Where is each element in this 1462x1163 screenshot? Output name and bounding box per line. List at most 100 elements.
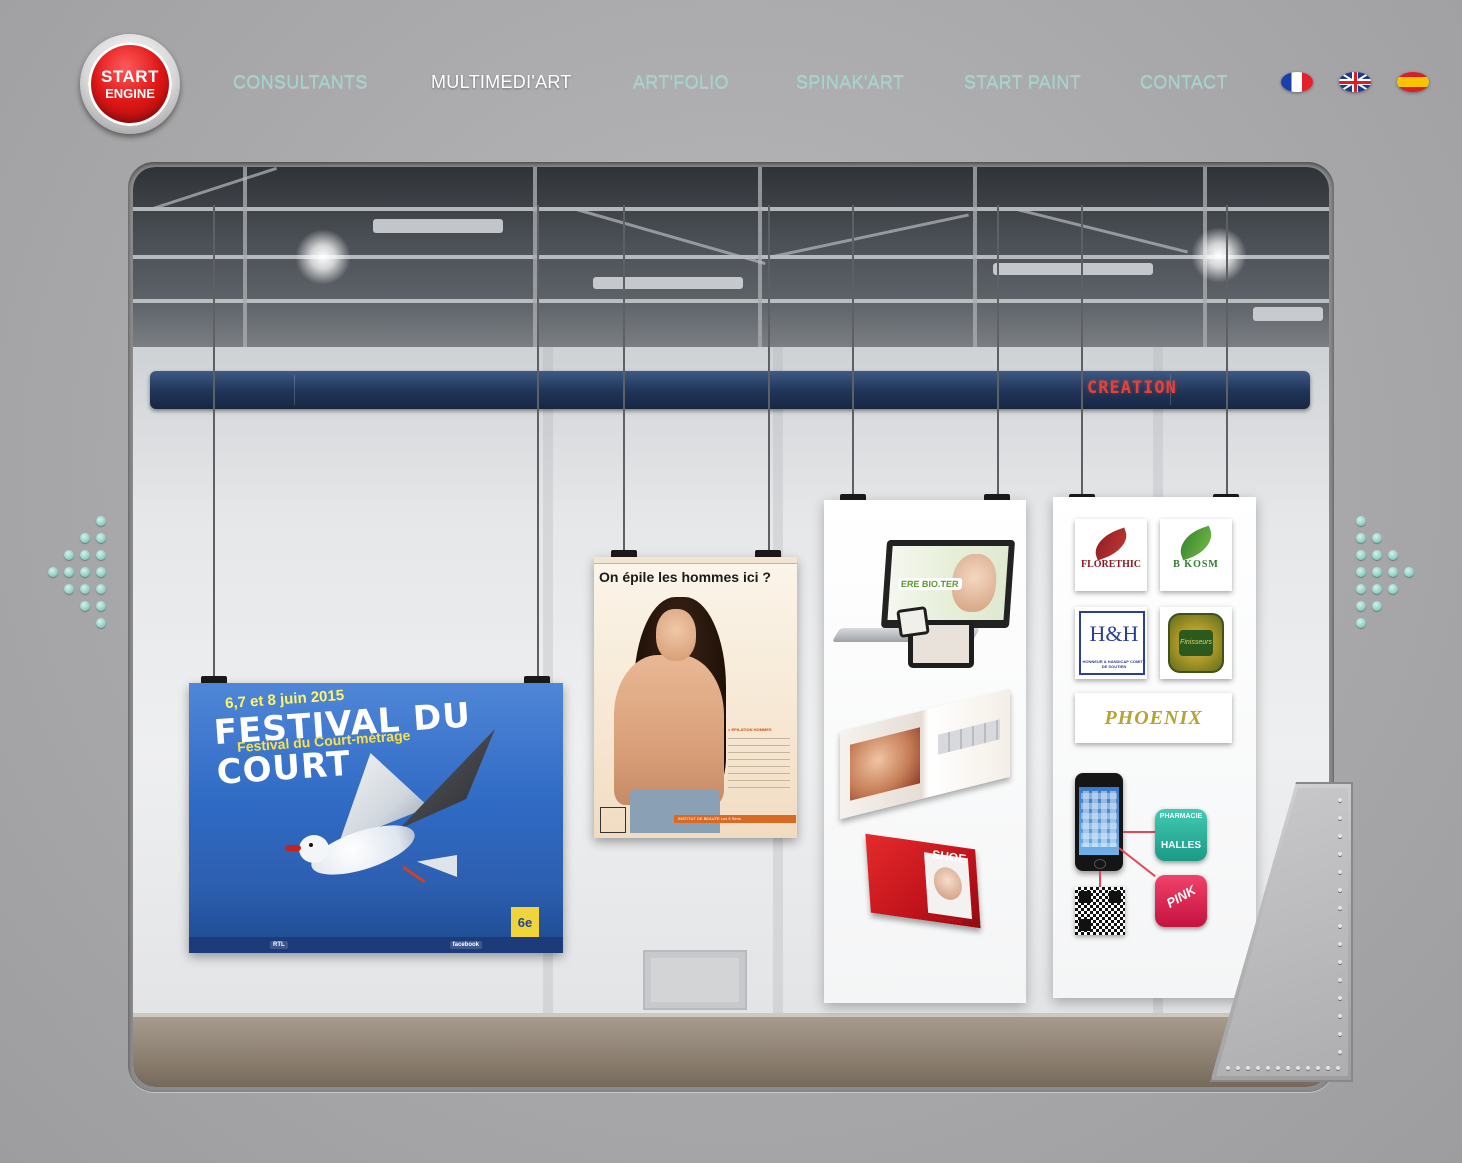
red-leaf-icon: [1090, 527, 1132, 561]
rivet: [1338, 1014, 1342, 1018]
halles-app-label: HALLES: [1161, 840, 1201, 851]
rivet: [1326, 1066, 1330, 1070]
model-body: [614, 655, 724, 805]
rivet: [1256, 1066, 1260, 1070]
hh-logo-tile[interactable]: H&H HONNEUR & HANDICAP COMITE DE SOUTIEN: [1075, 607, 1147, 679]
rivet: [1338, 816, 1342, 820]
ceiling-light: [295, 229, 351, 285]
uk-flag-icon[interactable]: [1339, 72, 1371, 92]
rivet: [1338, 996, 1342, 1000]
branding-panel[interactable]: FLORETHIC B KOSM H&H HONNEUR & HANDICAP …: [1053, 497, 1256, 998]
rivet: [1338, 924, 1342, 928]
bkosm-logo-tile[interactable]: B KOSM: [1160, 519, 1232, 591]
rivet: [1226, 1066, 1230, 1070]
epilation-poster[interactable]: On épile les hommes ici ? > EPILATION HO…: [594, 557, 797, 838]
next-arrow-icon[interactable]: [1354, 516, 1420, 632]
festival-edition-badge: 6e: [511, 907, 539, 939]
pharmacie-app-icon[interactable]: PHARMACIE HALLES: [1155, 809, 1207, 861]
ceiling: [133, 167, 1329, 347]
rivet: [1338, 870, 1342, 874]
hh-label: H&H: [1089, 621, 1139, 646]
spain-flag-icon[interactable]: [1397, 72, 1429, 92]
pink-app-label: PINK: [1163, 882, 1199, 911]
price-list: > EPILATION HOMMES: [728, 727, 790, 807]
nav-item-multimediart[interactable]: MULTIMEDI'ART: [431, 72, 572, 93]
home-button-icon: [1094, 859, 1106, 869]
seagull-beak: [285, 845, 301, 851]
finisseurs-badge-icon: Finisseurs: [1168, 613, 1224, 673]
hh-logo-frame: H&H HONNEUR & HANDICAP COMITE DE SOUTIEN: [1079, 611, 1146, 675]
rivet: [1246, 1066, 1250, 1070]
green-leaf-icon: [1174, 525, 1218, 561]
sponsor-logo: RTL: [269, 941, 288, 949]
floor-vent: [643, 950, 747, 1010]
florethic-label: FLORETHIC: [1080, 559, 1141, 570]
floor: [133, 1017, 1329, 1087]
nav-item-spinakart[interactable]: SPINAK'ART: [796, 72, 904, 93]
nav-item-start-paint[interactable]: START PAINT: [964, 72, 1081, 93]
rivet: [1338, 960, 1342, 964]
les-5-sens-logo: [600, 807, 626, 833]
rivet: [1338, 942, 1342, 946]
creation-label: CREATION: [1087, 378, 1177, 398]
rivet: [1236, 1066, 1240, 1070]
hh-subtitle: HONNEUR & HANDICAP COMITE DE SOUTIEN: [1082, 659, 1146, 669]
nav-item-contact[interactable]: CONTACT: [1140, 72, 1228, 93]
rivet: [1338, 798, 1342, 802]
phone-mockup: [896, 606, 930, 638]
main-nav: CONSULTANTS MULTIMEDI'ART ART'FOLIO SPIN…: [0, 72, 1462, 96]
pink-app-icon[interactable]: PINK: [1155, 875, 1207, 927]
poster-header-strip: [594, 557, 797, 564]
phoenix-logo-tile[interactable]: PHOENIX: [1075, 693, 1232, 743]
gallery-scene: CREATION 6,7 et 8 juin 2015 FESTIVAL DU …: [133, 167, 1329, 1087]
festival-sponsor-bar: RTL facebook: [189, 937, 563, 953]
app-grid-icon: [1081, 791, 1117, 847]
rivet: [1296, 1066, 1300, 1070]
rivet: [1338, 1050, 1342, 1054]
rivet: [1316, 1066, 1320, 1070]
smartphone-mockup: [1075, 773, 1123, 871]
rivet: [1336, 1066, 1340, 1070]
nav-item-consultants[interactable]: CONSULTANTS: [233, 72, 368, 93]
brochure-mockup: [840, 688, 1010, 820]
model-jeans: [630, 789, 720, 833]
nav-item-artfolio[interactable]: ART'FOLIO: [633, 72, 729, 93]
rivet: [1338, 888, 1342, 892]
ceiling-light: [1191, 227, 1247, 283]
rivet: [1286, 1066, 1290, 1070]
rivet: [1338, 852, 1342, 856]
institut-footer: INSTITUT DE BEAUTE Les 5 Sens: [674, 815, 796, 823]
seagull-leg: [402, 865, 426, 884]
magazine-mockup: SHOE PINKSHOE: [865, 833, 981, 929]
rivet: [1276, 1066, 1280, 1070]
qr-code-icon: [1075, 887, 1125, 935]
web-design-panel[interactable]: ERE BIO.TER SHOE PINKSHOE: [824, 500, 1026, 1003]
rivet: [1338, 1032, 1342, 1036]
phoenix-label: PHOENIX: [1104, 706, 1203, 729]
erebioter-logo: ERE BIO.TER: [897, 578, 962, 590]
previous-arrow-icon[interactable]: [42, 516, 108, 632]
festival-poster[interactable]: 6,7 et 8 juin 2015 FESTIVAL DU COURT Fes…: [189, 683, 563, 953]
rivet: [1338, 906, 1342, 910]
seagull-eye: [309, 843, 313, 847]
rivet: [1266, 1066, 1270, 1070]
uk-flag-cross: [1353, 72, 1357, 92]
brochure-product-row: [938, 719, 1000, 755]
french-flag-icon[interactable]: [1281, 72, 1313, 92]
pharmacie-app-label: PHARMACIE: [1159, 813, 1203, 820]
bkosm-label: B KOSM: [1173, 559, 1219, 570]
finisseurs-logo-tile[interactable]: Finisseurs: [1160, 607, 1232, 679]
rivet: [1306, 1066, 1310, 1070]
finisseurs-label: Finisseurs: [1179, 630, 1213, 656]
seagull-tail: [417, 855, 457, 877]
brochure-photo: [850, 727, 920, 801]
florethic-logo-tile[interactable]: FLORETHIC: [1075, 519, 1147, 591]
rivet: [1338, 834, 1342, 838]
price-list-heading: > EPILATION HOMMES: [728, 727, 772, 732]
creation-rail: CREATION: [150, 371, 1310, 409]
sponsor-logo: facebook: [449, 941, 482, 949]
rivet: [1338, 978, 1342, 982]
seagull-head: [299, 835, 329, 863]
epilation-title: On épile les hommes ici ?: [599, 569, 771, 585]
model-face: [656, 609, 696, 661]
